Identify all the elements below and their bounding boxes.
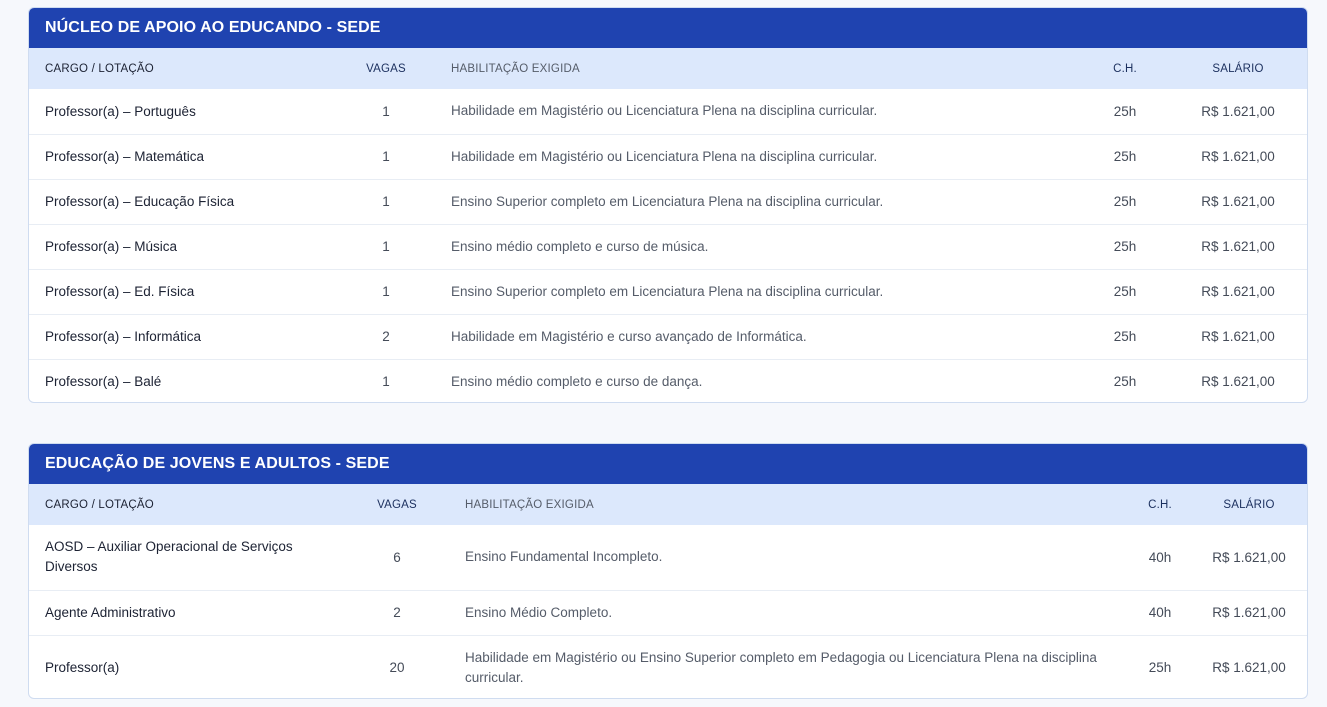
cell-ch: 25h: [1113, 103, 1137, 119]
column-header-ch: C.H.: [1113, 62, 1137, 75]
cell-ch: 25h: [1083, 178, 1167, 224]
cell-salario: R$ 1.621,00: [1167, 268, 1307, 314]
section-title: NÚCLEO DE APOIO AO EDUCANDO - SEDE: [29, 8, 1307, 48]
cell-habilitacao: Ensino Superior completo em Licenciatura…: [443, 268, 1083, 314]
table-row: Agente Administrativo 2 Ensino Médio Com…: [29, 589, 1307, 635]
positions-table: CARGO / LOTAÇÃO VAGAS HABILITAÇÃO EXIGID…: [29, 48, 1307, 402]
cell-salario: R$ 1.621,00: [1167, 133, 1307, 179]
table-row: Professor(a) – Informática 2 Habilidade …: [29, 313, 1307, 359]
cell-cargo: Professor(a) – Música: [29, 223, 329, 269]
cell-vagas: 2: [329, 589, 465, 635]
cell-salario: R$ 1.621,00: [1167, 178, 1307, 224]
cell-habilitacao-line: Habilidade em Magistério ou Ensino Super…: [465, 649, 1097, 665]
cell-cargo: Professor(a) – Português: [45, 103, 196, 119]
table-row: Professor(a) – Matemática 1 Habilidade e…: [29, 133, 1307, 179]
cell-habilitacao: Ensino Superior completo em Licenciatura…: [443, 178, 1083, 224]
cell-salario: R$ 1.621,00: [1189, 589, 1307, 635]
cell-ch: 25h: [1131, 634, 1189, 698]
positions-table: CARGO / LOTAÇÃO VAGAS HABILITAÇÃO EXIGID…: [29, 484, 1307, 698]
cell-ch: 25h: [1083, 358, 1167, 402]
cell-ch: 25h: [1083, 268, 1167, 314]
cell-salario: R$ 1.621,00: [1167, 223, 1307, 269]
cell-ch: 40h: [1148, 549, 1172, 565]
cell-habilitacao: Ensino Médio Completo.: [465, 589, 1131, 635]
cell-vagas: 6: [393, 549, 401, 565]
column-header-ch: C.H.: [1148, 498, 1172, 511]
cell-ch: 25h: [1083, 313, 1167, 359]
cell-vagas: 1: [329, 133, 443, 179]
table-row: Professor(a) – Balé 1 Ensino médio compl…: [29, 358, 1307, 402]
cell-cargo: Professor(a) – Matemática: [29, 133, 329, 179]
section-card-eja: EDUCAÇÃO DE JOVENS E ADULTOS - SEDE CARG…: [28, 443, 1308, 699]
table-header-row: CARGO / LOTAÇÃO VAGAS HABILITAÇÃO EXIGID…: [29, 48, 1307, 89]
section-card-nae: NÚCLEO DE APOIO AO EDUCANDO - SEDE CARGO…: [28, 7, 1308, 403]
cell-habilitacao: Habilidade em Magistério ou Ensino Super…: [465, 634, 1131, 698]
column-header-cargo: CARGO / LOTAÇÃO: [45, 498, 154, 511]
cell-vagas: 20: [329, 634, 465, 698]
table-row: Professor(a) – Música 1 Ensino médio com…: [29, 223, 1307, 269]
cell-cargo-line: Diversos: [45, 559, 98, 575]
cell-habilitacao: Habilidade em Magistério ou Licenciatura…: [451, 103, 878, 119]
cell-cargo: Professor(a) – Balé: [29, 358, 329, 402]
table-row: Professor(a) – Ed. Física 1 Ensino Super…: [29, 268, 1307, 314]
cell-habilitacao: Habilidade em Magistério e curso avançad…: [443, 313, 1083, 359]
cell-habilitacao: Ensino Fundamental Incompleto.: [465, 549, 663, 565]
cell-vagas: 1: [329, 268, 443, 314]
column-header-vagas: VAGAS: [377, 498, 417, 511]
table-row: AOSD – Auxiliar Operacional de Serviços …: [29, 525, 1307, 590]
column-header-salario: SALÁRIO: [1223, 498, 1275, 511]
cell-salario: R$ 1.621,00: [1201, 103, 1275, 119]
cell-salario: R$ 1.621,00: [1189, 634, 1307, 698]
table-header-row: CARGO / LOTAÇÃO VAGAS HABILITAÇÃO EXIGID…: [29, 484, 1307, 525]
cell-salario: R$ 1.621,00: [1167, 358, 1307, 402]
cell-vagas: 1: [329, 223, 443, 269]
cell-habilitacao: Habilidade em Magistério ou Licenciatura…: [443, 133, 1083, 179]
column-header-vagas: VAGAS: [366, 62, 406, 75]
column-header-habilitacao: HABILITAÇÃO EXIGIDA: [451, 62, 580, 75]
cell-cargo: Professor(a) – Ed. Física: [29, 268, 329, 314]
cell-cargo: AOSD – Auxiliar Operacional de Serviços …: [29, 525, 329, 590]
cell-salario: R$ 1.621,00: [1167, 313, 1307, 359]
cell-ch: 25h: [1083, 133, 1167, 179]
table-row: Professor(a) 20 Habilidade em Magistério…: [29, 634, 1307, 698]
cell-cargo: Professor(a) – Educação Física: [29, 178, 329, 224]
cell-cargo: Agente Administrativo: [29, 589, 329, 635]
table-row: Professor(a) – Educação Física 1 Ensino …: [29, 178, 1307, 224]
cell-cargo-line: AOSD – Auxiliar Operacional de Serviços: [45, 539, 293, 555]
cell-vagas: 1: [382, 103, 390, 119]
cell-habilitacao-line: curricular.: [465, 669, 524, 685]
cell-ch: 40h: [1131, 589, 1189, 635]
column-header-salario: SALÁRIO: [1212, 62, 1264, 75]
cell-vagas: 1: [329, 178, 443, 224]
cell-cargo: Professor(a) – Informática: [29, 313, 329, 359]
cell-cargo: Professor(a): [29, 634, 329, 698]
column-header-cargo: CARGO / LOTAÇÃO: [45, 62, 154, 75]
cell-vagas: 1: [329, 358, 443, 402]
column-header-habilitacao: HABILITAÇÃO EXIGIDA: [465, 498, 594, 511]
cell-vagas: 2: [329, 313, 443, 359]
table-row: Professor(a) – Português 1 Habilidade em…: [29, 89, 1307, 134]
cell-salario: R$ 1.621,00: [1212, 549, 1286, 565]
cell-habilitacao: Ensino médio completo e curso de música.: [443, 223, 1083, 269]
cell-ch: 25h: [1083, 223, 1167, 269]
section-title: EDUCAÇÃO DE JOVENS E ADULTOS - SEDE: [29, 444, 1307, 484]
cell-habilitacao: Ensino médio completo e curso de dança.: [443, 358, 1083, 402]
